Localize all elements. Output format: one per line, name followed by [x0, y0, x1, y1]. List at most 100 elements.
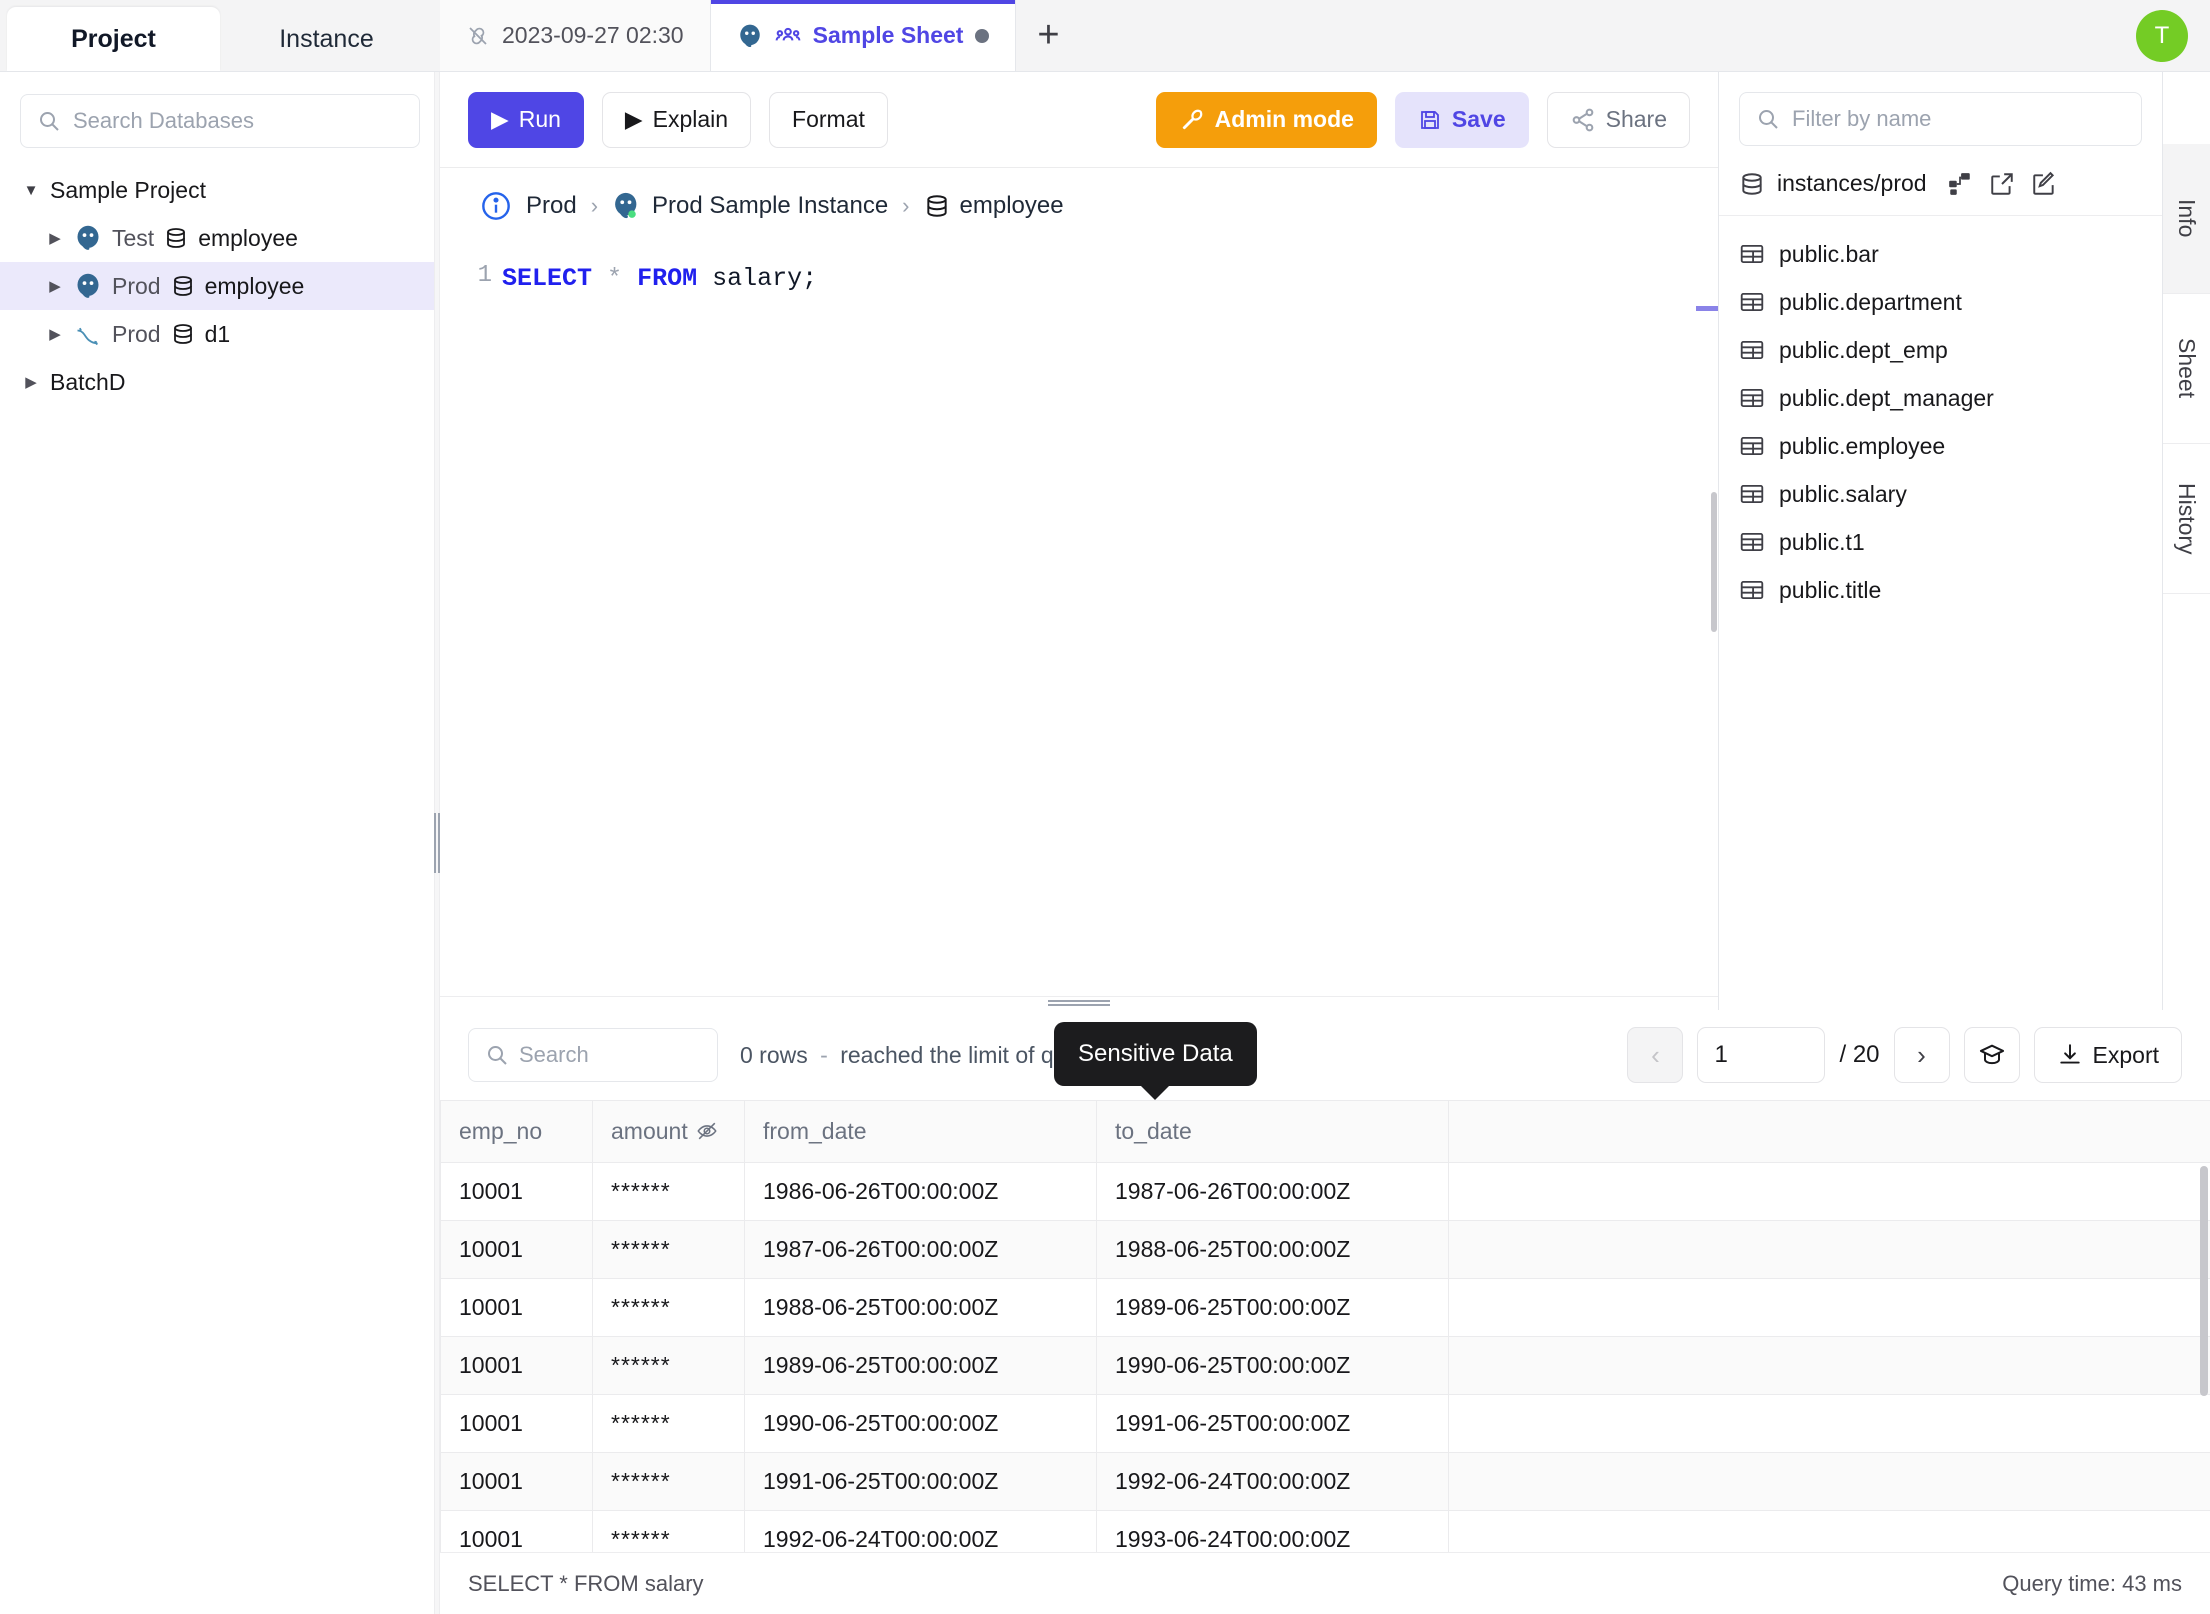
table-row[interactable]: 10001 ****** 1988-06-25T00:00:00Z 1989-0…	[440, 1278, 2210, 1337]
table-row[interactable]: 10001 ****** 1991-06-25T00:00:00Z 1992-0…	[440, 1452, 2210, 1511]
schema-table-item[interactable]: public.bar	[1719, 230, 2162, 278]
visualize-button[interactable]	[1963, 1027, 2020, 1083]
schema-table-item[interactable]: public.t1	[1719, 518, 2162, 566]
breadcrumb-environment[interactable]: Prod	[526, 192, 577, 220]
schema-diagram-icon[interactable]	[1947, 171, 1973, 197]
postgres-icon	[74, 224, 102, 252]
table-row[interactable]: 10001 ****** 1987-06-26T00:00:00Z 1988-0…	[440, 1220, 2210, 1279]
edit-icon[interactable]	[2031, 171, 2057, 197]
tab-history[interactable]: History	[2163, 444, 2210, 594]
cell-emp-no: 10001	[440, 1452, 593, 1511]
cell-filler	[1448, 1278, 2210, 1337]
graduation-cap-icon	[1978, 1041, 2006, 1069]
share-button[interactable]: Share	[1546, 91, 1690, 148]
next-page-button[interactable]: ›	[1893, 1027, 1950, 1083]
column-header-emp-no[interactable]: emp_no	[440, 1100, 593, 1163]
cell-to-date: 1991-06-25T00:00:00Z	[1096, 1394, 1449, 1453]
table-row[interactable]: 10001 ****** 1990-06-25T00:00:00Z 1991-0…	[440, 1394, 2210, 1453]
sidebar-tab-instance[interactable]: Instance	[220, 7, 433, 71]
tab-sheet[interactable]: Sheet	[2163, 294, 2210, 444]
table-row[interactable]: 10001 ****** 1986-06-26T00:00:00Z 1987-0…	[440, 1162, 2210, 1221]
schema-table-item[interactable]: public.dept_emp	[1719, 326, 2162, 374]
breadcrumb-database[interactable]: employee	[924, 192, 1064, 220]
table-row[interactable]: 10001 ****** 1992-06-24T00:00:00Z 1993-0…	[440, 1510, 2210, 1552]
info-icon[interactable]	[480, 190, 512, 222]
explain-button[interactable]: ▶ Explain	[601, 91, 752, 148]
cell-amount: ******	[592, 1336, 745, 1395]
editor-column: ▶ Run ▶ Explain Format Admin mode Save S…	[440, 72, 1718, 1010]
unsaved-indicator-icon	[975, 28, 990, 43]
column-header-from-date[interactable]: from_date	[744, 1100, 1097, 1163]
cell-from-date: 1988-06-25T00:00:00Z	[744, 1278, 1097, 1337]
tab-info-label: Info	[2174, 199, 2200, 238]
export-button[interactable]: Export	[2033, 1027, 2182, 1083]
status-query-time: Query time: 43 ms	[2002, 1570, 2182, 1596]
wrench-icon	[1179, 107, 1205, 133]
tree-item-prod-d1[interactable]: ▶ Prod d1	[0, 310, 440, 358]
cell-to-date: 1990-06-25T00:00:00Z	[1096, 1336, 1449, 1395]
page-number-input[interactable]	[1697, 1027, 1826, 1083]
shared-users-icon	[775, 23, 801, 49]
tree-item-label: employee	[204, 272, 305, 299]
results-grid-scrollbar[interactable]	[2200, 1166, 2208, 1396]
schema-filter-input[interactable]	[1792, 106, 2125, 132]
status-statement: SELECT * FROM salary	[468, 1570, 704, 1596]
tree-item-batchd[interactable]: ▶ BatchD	[0, 358, 440, 406]
chevron-right-icon[interactable]: ▶	[46, 277, 64, 295]
results-search-input[interactable]	[519, 1042, 701, 1068]
cell-filler	[1448, 1220, 2210, 1279]
mysql-icon	[74, 320, 102, 348]
tree-item-env: Prod	[112, 320, 161, 347]
tree-item-test-employee[interactable]: ▶ Test employee	[0, 214, 440, 262]
editor-results-resize-handle[interactable]	[440, 996, 1718, 1010]
code-content[interactable]: SELECT * FROM salary;	[502, 244, 1718, 996]
save-button[interactable]: Save	[1394, 91, 1529, 148]
admin-mode-button[interactable]: Admin mode	[1155, 91, 1377, 148]
add-tab-button[interactable]: +	[1016, 0, 1080, 71]
results-search-box[interactable]	[468, 1028, 718, 1082]
chevron-right-icon[interactable]: ▶	[46, 325, 64, 343]
breadcrumb-instance[interactable]: Prod Sample Instance	[612, 191, 888, 221]
tree-item-sample-project[interactable]: ▼ Sample Project	[0, 166, 440, 214]
schema-filter-box[interactable]	[1739, 92, 2142, 146]
database-search-box[interactable]	[20, 94, 420, 148]
rows-count: 0 rows	[740, 1041, 808, 1068]
schema-table-label: public.dept_emp	[1779, 336, 1948, 363]
line-number-gutter: 1	[440, 244, 502, 996]
sheet-tab-untitled[interactable]: 2023-09-27 02:30	[440, 0, 711, 71]
run-button[interactable]: ▶ Run	[468, 91, 584, 148]
prev-page-button[interactable]: ‹	[1627, 1027, 1684, 1083]
cell-amount: ******	[592, 1162, 745, 1221]
format-button[interactable]: Format	[769, 91, 888, 148]
schema-table-item[interactable]: public.salary	[1719, 470, 2162, 518]
schema-table-item[interactable]: public.dept_manager	[1719, 374, 2162, 422]
sheet-tab-sample-sheet[interactable]: Sample Sheet	[710, 0, 1017, 71]
column-header-amount[interactable]: amount	[592, 1100, 745, 1163]
external-link-icon[interactable]	[1989, 171, 2015, 197]
avatar[interactable]: T	[2136, 10, 2188, 62]
schema-table-item[interactable]: public.title	[1719, 566, 2162, 614]
column-header-label: to_date	[1115, 1118, 1192, 1144]
export-button-label: Export	[2092, 1041, 2159, 1068]
chevron-down-icon[interactable]: ▼	[22, 182, 40, 199]
tree-item-prod-employee[interactable]: ▶ Prod employee	[0, 262, 440, 310]
sql-code-editor[interactable]: 1 SELECT * FROM salary;	[440, 244, 1718, 996]
schema-panel-scrollbar[interactable]	[1711, 492, 1717, 632]
cell-from-date: 1989-06-25T00:00:00Z	[744, 1336, 1097, 1395]
breadcrumb-separator: ›	[902, 193, 910, 218]
sql-space	[622, 264, 637, 293]
chevron-right-icon[interactable]: ▶	[22, 373, 40, 391]
cell-to-date: 1988-06-25T00:00:00Z	[1096, 1220, 1449, 1279]
chevron-right-icon[interactable]: ▶	[46, 229, 64, 247]
cell-emp-no: 10001	[440, 1220, 593, 1279]
table-row[interactable]: 10001 ****** 1989-06-25T00:00:00Z 1990-0…	[440, 1336, 2210, 1395]
schema-table-item[interactable]: public.department	[1719, 278, 2162, 326]
search-input[interactable]	[73, 108, 403, 134]
chevron-right-icon: ›	[1917, 1039, 1926, 1070]
column-header-to-date[interactable]: to_date	[1096, 1100, 1449, 1163]
schema-table-item[interactable]: public.employee	[1719, 422, 2162, 470]
sql-keyword: FROM	[637, 264, 698, 293]
sidebar-tab-project[interactable]: Project	[7, 7, 220, 71]
tab-info[interactable]: Info	[2163, 144, 2210, 294]
unlinked-icon	[466, 24, 490, 48]
